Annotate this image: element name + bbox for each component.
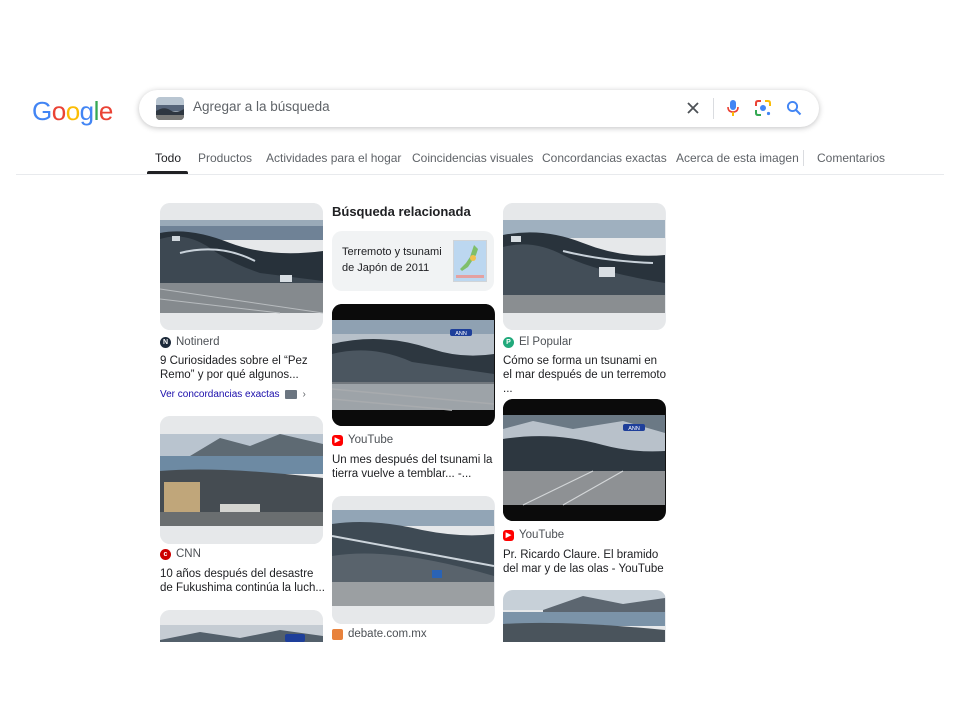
result-image[interactable] xyxy=(503,203,666,330)
chevron-right-icon: › xyxy=(302,389,306,400)
result-image[interactable]: ANN xyxy=(332,304,495,426)
source-name: El Popular xyxy=(519,336,573,348)
result-source[interactable]: ▶ YouTube xyxy=(332,434,393,446)
source-name: CNN xyxy=(176,548,201,560)
source-name: Notinerd xyxy=(176,336,220,348)
youtube-icon: ▶ xyxy=(503,529,514,541)
result-source[interactable]: N Notinerd xyxy=(160,336,219,348)
ann-badge: ANN xyxy=(455,331,467,337)
result-image[interactable] xyxy=(332,496,495,624)
result-source[interactable]: P El Popular xyxy=(503,336,572,348)
result-title[interactable]: Cómo se forma un tsunami en el mar despu… xyxy=(503,354,669,396)
result-title[interactable]: 9 Curiosidades sobre el “Pez Remo” y por… xyxy=(160,354,326,382)
youtube-icon: ▶ xyxy=(332,434,343,446)
notinerd-favicon: N xyxy=(160,336,171,348)
related-search-heading: Búsqueda relacionada xyxy=(332,204,471,219)
exact-matches-link[interactable]: Ver concordancias exactas › xyxy=(160,389,306,400)
ann-badge: ANN xyxy=(628,426,640,432)
result-image[interactable] xyxy=(160,203,323,330)
result-source[interactable]: c CNN xyxy=(160,548,201,560)
result-image[interactable] xyxy=(160,610,323,642)
result-image[interactable] xyxy=(160,416,323,544)
japan-map-thumbnail xyxy=(453,240,487,282)
result-title[interactable]: Un mes después del tsunami la tierra vue… xyxy=(332,453,498,481)
source-name: YouTube xyxy=(348,434,394,446)
debate-favicon xyxy=(332,628,343,640)
source-name: YouTube xyxy=(519,529,565,541)
elpopular-favicon: P xyxy=(503,336,514,348)
result-source[interactable]: ▶ YouTube xyxy=(503,529,564,541)
result-source[interactable]: debate.com.mx xyxy=(332,628,427,640)
results-grid: N Notinerd 9 Curiosidades sobre el “Pez … xyxy=(0,0,960,642)
exact-matches-label: Ver concordancias exactas xyxy=(160,389,280,400)
result-title[interactable]: 10 años después del desastre de Fukushim… xyxy=(160,567,326,595)
source-name: debate.com.mx xyxy=(348,628,427,640)
result-image[interactable] xyxy=(503,590,666,642)
cnn-favicon: c xyxy=(160,548,171,560)
exact-match-thumb xyxy=(284,390,297,399)
result-title[interactable]: Pr. Ricardo Claure. El bramido del mar y… xyxy=(503,548,669,576)
related-search-text: Terremoto y tsunami de Japón de 2011 xyxy=(342,246,442,274)
result-image[interactable]: ANN xyxy=(503,399,666,521)
related-search-chip[interactable]: Terremoto y tsunami de Japón de 2011 xyxy=(332,231,494,291)
